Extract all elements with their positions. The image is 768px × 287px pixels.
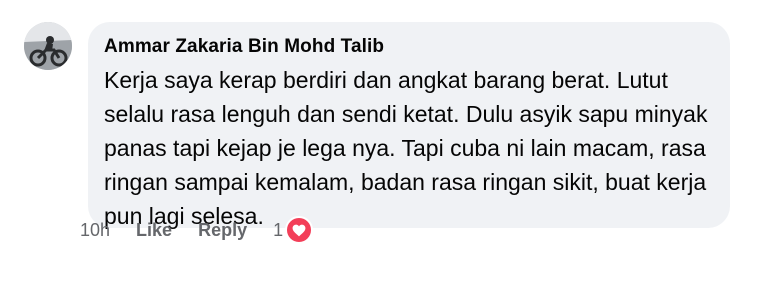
comment-text-line: selalu rasa lenguh dan sendi ketat. Dulu… xyxy=(104,101,708,127)
reaction-summary[interactable]: 1 xyxy=(273,216,314,244)
avatar[interactable] xyxy=(24,22,72,70)
avatar-photo-icon xyxy=(24,22,72,70)
comment-text-line: panas tapi kejap je lega nya. Tapi cuba … xyxy=(104,135,706,161)
comment-text-line: Kerja saya kerap berdiri dan angkat bara… xyxy=(104,67,668,93)
reply-button[interactable]: Reply xyxy=(198,220,247,241)
comment-timestamp[interactable]: 10h xyxy=(80,220,110,241)
comment-author[interactable]: Ammar Zakaria Bin Mohd Talib xyxy=(104,35,714,59)
heart-icon xyxy=(285,216,314,244)
comment-actions: 10h Like Reply 1 xyxy=(80,216,314,244)
comment-text: Kerja saya kerap berdiri dan angkat bara… xyxy=(104,63,714,233)
reaction-count: 1 xyxy=(273,219,284,240)
comment-text-line: ringan sampai kemalam, badan rasa ringan… xyxy=(104,169,707,195)
comment-bubble: Ammar Zakaria Bin Mohd Talib Kerja saya … xyxy=(88,22,730,229)
like-button[interactable]: Like xyxy=(136,220,172,241)
